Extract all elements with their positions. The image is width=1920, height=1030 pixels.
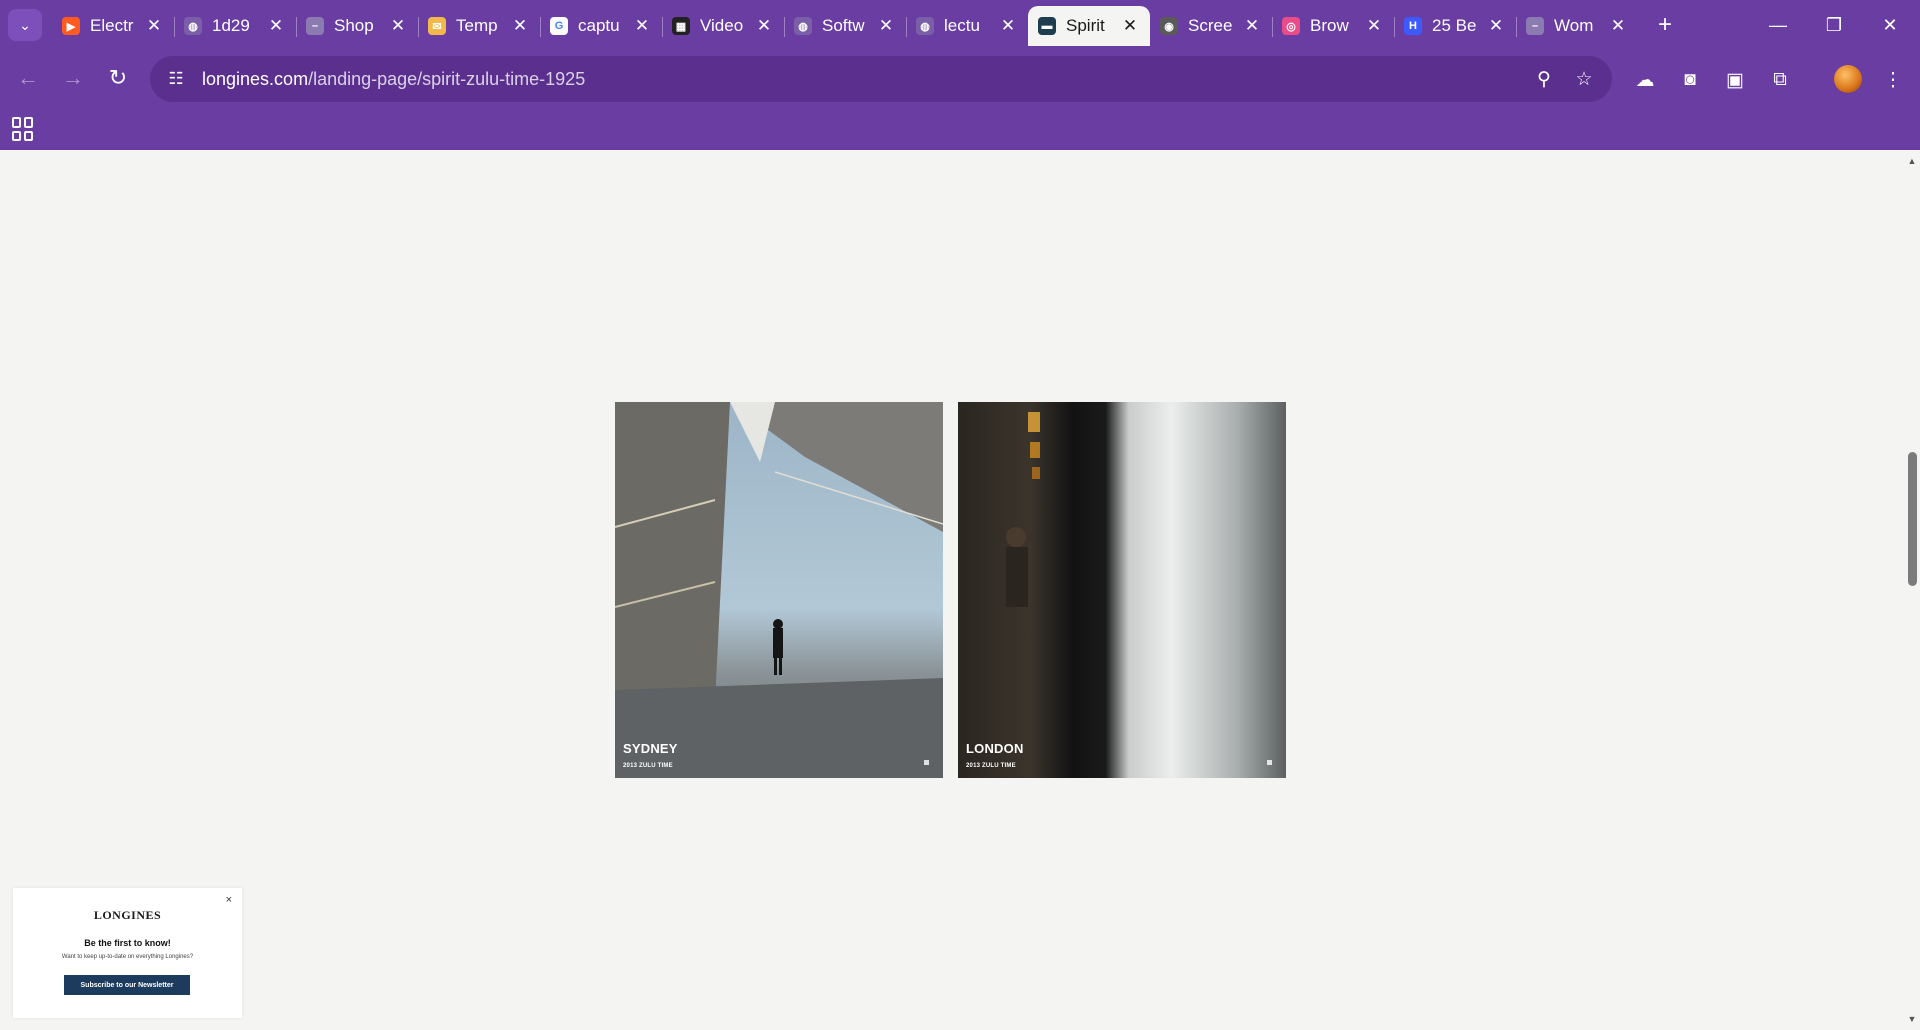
- browser-tab[interactable]: ◉ Scree ✕: [1150, 6, 1272, 46]
- browser-tab[interactable]: ◍ 1d29 ✕: [174, 6, 296, 46]
- zoom-icon[interactable]: ⚲: [1524, 59, 1564, 99]
- dash-icon: –: [306, 17, 324, 35]
- orange-flag-icon: ▶: [62, 17, 80, 35]
- browser-tab[interactable]: ▶ Electr ✕: [52, 6, 174, 46]
- tab-title: lectu: [944, 16, 980, 35]
- tab-title: Wom: [1554, 16, 1594, 35]
- card-city-label: LONDON: [966, 741, 1024, 756]
- back-button[interactable]: ←: [10, 60, 46, 96]
- address-bar[interactable]: ☷ longines.com/landing-page/spirit-zulu-…: [150, 56, 1612, 102]
- play-indicator-icon[interactable]: [1267, 760, 1272, 765]
- new-tab-button[interactable]: +: [1650, 8, 1680, 42]
- newsletter-text: Want to keep up-to-date on everything Lo…: [61, 954, 194, 960]
- cloud-extension-icon[interactable]: ☁: [1628, 63, 1662, 97]
- tab-close-icon[interactable]: ✕: [510, 16, 530, 36]
- camera-extension-icon[interactable]: ◙: [1673, 63, 1707, 97]
- bookmark-star-icon[interactable]: ☆: [1564, 59, 1604, 99]
- tab-title: Video: [700, 16, 744, 35]
- card-city-label: SYDNEY: [623, 741, 678, 756]
- menu-kebab-icon[interactable]: ⋮: [1876, 63, 1910, 97]
- subscribe-button[interactable]: Subscribe to our Newsletter: [64, 975, 190, 995]
- tab-title: Temp: [456, 16, 498, 35]
- tab-title: 1d29: [212, 16, 250, 35]
- browser-tab[interactable]: ◍ Softw ✕: [784, 6, 906, 46]
- close-icon[interactable]: ×: [226, 894, 232, 906]
- close-window-button[interactable]: ✕: [1862, 0, 1918, 50]
- tab-list: ▶ Electr ✕ ◍ 1d29 ✕ – Shop ✕ ✉ Temp ✕ Gcaptu ✕ ▦ Video ✕…: [52, 6, 1638, 46]
- tab-close-icon[interactable]: ✕: [754, 16, 774, 36]
- tab-title: Softw: [822, 16, 865, 35]
- camera-icon: ◉: [1160, 17, 1178, 35]
- tab-title: Brow: [1310, 16, 1349, 35]
- apps-grid-icon[interactable]: [12, 117, 36, 141]
- tab-title: Shop: [334, 16, 374, 35]
- browser-tab[interactable]: ▦ Video ✕: [662, 6, 784, 46]
- tab-title: captu: [578, 16, 620, 35]
- film-icon: ▦: [672, 17, 690, 35]
- tab-title: Scree: [1188, 16, 1233, 35]
- london-photo: [1006, 412, 1040, 607]
- tab-close-icon[interactable]: ✕: [388, 16, 408, 36]
- globe-icon: ◍: [916, 17, 934, 35]
- browser-tab[interactable]: Gcaptu ✕: [540, 6, 662, 46]
- reload-button[interactable]: ↻: [100, 60, 136, 96]
- globe-icon: ◍: [184, 17, 202, 35]
- video-card-sydney[interactable]: SYDNEY 2013 ZULU TIME: [615, 402, 943, 778]
- restore-button[interactable]: ❐: [1806, 0, 1862, 50]
- tab-close-icon[interactable]: ✕: [632, 16, 652, 36]
- browser-tab[interactable]: ✉ Temp ✕: [418, 6, 540, 46]
- envelope-icon: ✉: [428, 17, 446, 35]
- browser-tab[interactable]: ◎ Brow ✕: [1272, 6, 1394, 46]
- bookmarks-bar: [0, 108, 1920, 150]
- browser-tab[interactable]: ◍ lectu ✕: [906, 6, 1028, 46]
- tab-close-icon[interactable]: ✕: [1364, 16, 1384, 36]
- newsletter-popup: LONGINES × Be the first to know! Want to…: [13, 888, 242, 1018]
- page-content: SYDNEY 2013 ZULU TIME LONDON 2013 ZULU T…: [0, 150, 1904, 1030]
- card-subtitle: 2013 ZULU TIME: [623, 763, 673, 769]
- tab-close-icon[interactable]: ✕: [998, 16, 1018, 36]
- tab-close-icon[interactable]: ✕: [876, 16, 896, 36]
- dash-icon: –: [1526, 17, 1544, 35]
- screen-record-icon[interactable]: ▣: [1718, 63, 1752, 97]
- profile-avatar[interactable]: [1834, 65, 1862, 93]
- google-icon: G: [550, 17, 568, 35]
- sydney-photo: [615, 402, 943, 778]
- browser-toolbar: ← → ↻ ☷ longines.com/landing-page/spirit…: [0, 50, 1920, 108]
- tab-close-icon[interactable]: ✕: [266, 16, 286, 36]
- site-info-icon[interactable]: ☷: [156, 56, 196, 102]
- minimize-button[interactable]: —: [1750, 0, 1806, 50]
- scrollbar-thumb[interactable]: [1908, 452, 1917, 586]
- browser-tab[interactable]: – Shop ✕: [296, 6, 418, 46]
- tab-strip: ⌄ ▶ Electr ✕ ◍ 1d29 ✕ – Shop ✕ ✉ Temp ✕ Gcaptu ✕ ▦ Vide…: [0, 0, 1920, 50]
- dribbble-icon: ◎: [1282, 17, 1300, 35]
- tab-title: Electr: [90, 16, 134, 35]
- url-path: /landing-page/spirit-zulu-time-1925: [308, 68, 586, 89]
- longines-icon: ▬: [1038, 17, 1056, 35]
- h-logo-icon: H: [1404, 17, 1422, 35]
- browser-tab[interactable]: – Wom ✕: [1516, 6, 1638, 46]
- longines-logo: LONGINES: [93, 908, 162, 922]
- play-indicator-icon[interactable]: [924, 760, 929, 765]
- forward-button[interactable]: →: [55, 60, 91, 96]
- scroll-up-arrow-icon[interactable]: ▲: [1907, 156, 1917, 166]
- video-card-london[interactable]: LONDON 2013 ZULU TIME: [958, 402, 1286, 778]
- page-scrollbar[interactable]: ▲ ▼: [1904, 150, 1920, 1030]
- tab-close-icon[interactable]: ✕: [1486, 16, 1506, 36]
- globe-icon: ◍: [794, 17, 812, 35]
- tab-close-icon[interactable]: ✕: [1608, 16, 1628, 36]
- url-domain: longines.com: [202, 68, 309, 89]
- tab-title: 25 Be: [1432, 16, 1477, 35]
- tab-close-icon[interactable]: ✕: [1242, 16, 1262, 36]
- browser-tab[interactable]: H 25 Be ✕: [1394, 6, 1516, 46]
- extensions-puzzle-icon[interactable]: ⧉: [1763, 63, 1797, 97]
- tab-close-icon[interactable]: ✕: [1120, 16, 1140, 36]
- tab-search-button[interactable]: ⌄: [8, 9, 42, 41]
- tab-close-icon[interactable]: ✕: [144, 16, 164, 36]
- scroll-down-arrow-icon[interactable]: ▼: [1907, 1014, 1917, 1024]
- tab-title: Spirit: [1066, 16, 1105, 35]
- url-text[interactable]: longines.com/landing-page/spirit-zulu-ti…: [202, 69, 1524, 90]
- newsletter-title: Be the first to know!: [84, 938, 171, 948]
- card-subtitle: 2013 ZULU TIME: [966, 763, 1016, 769]
- browser-tab[interactable]: ▬ Spirit ✕: [1028, 6, 1150, 46]
